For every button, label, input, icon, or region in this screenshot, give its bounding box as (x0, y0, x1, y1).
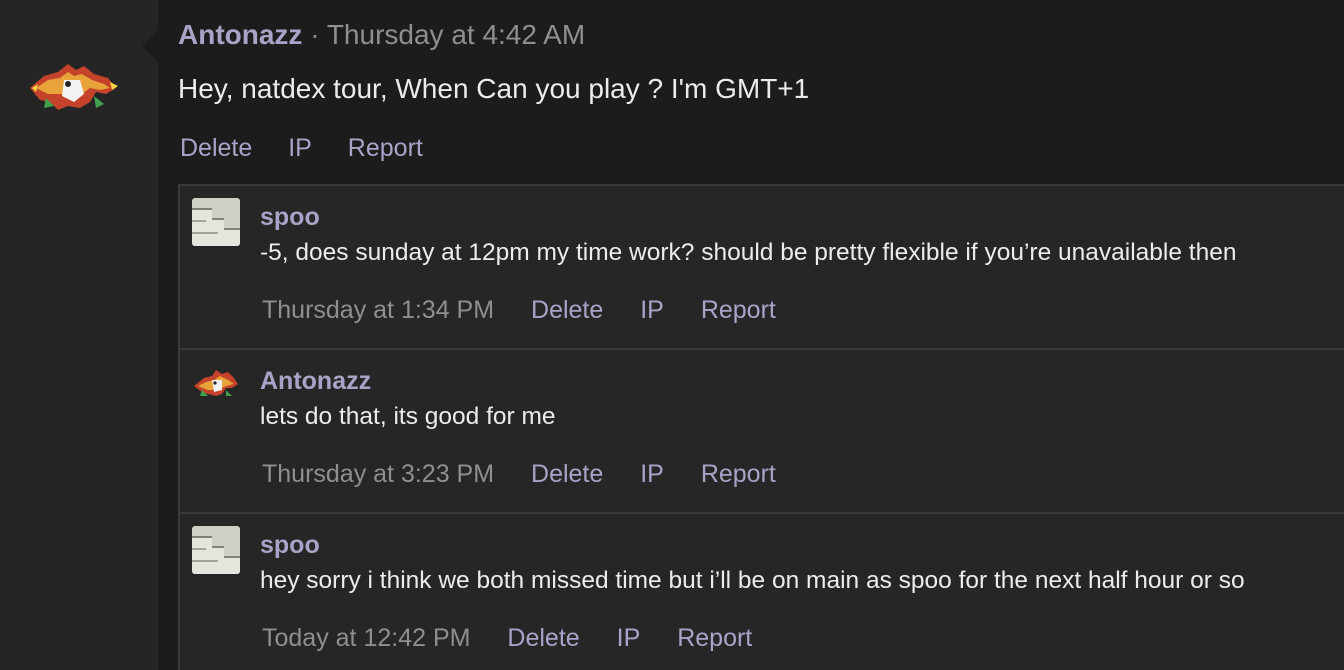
header-separator: · (310, 19, 320, 50)
comment-delete-link[interactable]: Delete (531, 460, 603, 488)
comment-item: Antonazz lets do that, its good for me T… (180, 348, 1344, 514)
comment-ip-link[interactable]: IP (640, 296, 664, 324)
comment-timestamp[interactable]: Thursday at 3:23 PM (262, 460, 494, 488)
comment-text: hey sorry i think we both missed time bu… (260, 567, 1245, 594)
bird-avatar-icon[interactable] (192, 362, 240, 410)
comment-meta: Today at 12:42 PM Delete IP Report (262, 622, 782, 654)
comment-timestamp[interactable]: Today at 12:42 PM (262, 624, 470, 652)
comment-meta: Thursday at 3:23 PM Delete IP Report (262, 458, 806, 490)
comment-item: spoo -5, does sunday at 12pm my time wor… (180, 186, 1344, 350)
speech-arrow (142, 30, 158, 62)
comment-report-link[interactable]: Report (677, 624, 752, 652)
comment-author-link[interactable]: spoo (260, 202, 320, 232)
comment-text: -5, does sunday at 12pm my time work? sh… (260, 239, 1237, 266)
comment-meta: Thursday at 1:34 PM Delete IP Report (262, 294, 806, 326)
post-timestamp[interactable]: Thursday at 4:42 AM (327, 19, 585, 50)
stairs-avatar-icon[interactable] (192, 198, 240, 246)
comment-report-link[interactable]: Report (701, 296, 776, 324)
comment-delete-link[interactable]: Delete (531, 296, 603, 324)
comment-timestamp[interactable]: Thursday at 1:34 PM (262, 296, 494, 324)
post-actions: Delete IP Report (180, 132, 452, 164)
comment-author-link[interactable]: Antonazz (260, 366, 371, 396)
post-delete-link[interactable]: Delete (180, 134, 252, 162)
post-header: Antonazz · Thursday at 4:42 AM (178, 18, 585, 52)
comment-list: spoo -5, does sunday at 12pm my time wor… (178, 184, 1344, 670)
post-author-link[interactable]: Antonazz (178, 19, 302, 50)
comment-text: lets do that, its good for me (260, 403, 556, 430)
profile-post-page: Antonazz · Thursday at 4:42 AM Hey, natd… (0, 0, 1344, 670)
comment-report-link[interactable]: Report (701, 460, 776, 488)
comment-ip-link[interactable]: IP (617, 624, 641, 652)
comment-ip-link[interactable]: IP (640, 460, 664, 488)
post-text: Hey, natdex tour, When Can you play ? I'… (178, 73, 810, 104)
post-ip-link[interactable]: IP (288, 134, 312, 162)
message-author-column (0, 0, 158, 670)
comment-author-link[interactable]: spoo (260, 530, 320, 560)
author-avatar-icon[interactable] (24, 58, 120, 114)
stairs-avatar-icon[interactable] (192, 526, 240, 574)
profile-post: Antonazz · Thursday at 4:42 AM Hey, natd… (142, 0, 1344, 670)
comment-item: spoo hey sorry i think we both missed ti… (180, 512, 1344, 670)
post-report-link[interactable]: Report (348, 134, 423, 162)
comment-delete-link[interactable]: Delete (507, 624, 579, 652)
